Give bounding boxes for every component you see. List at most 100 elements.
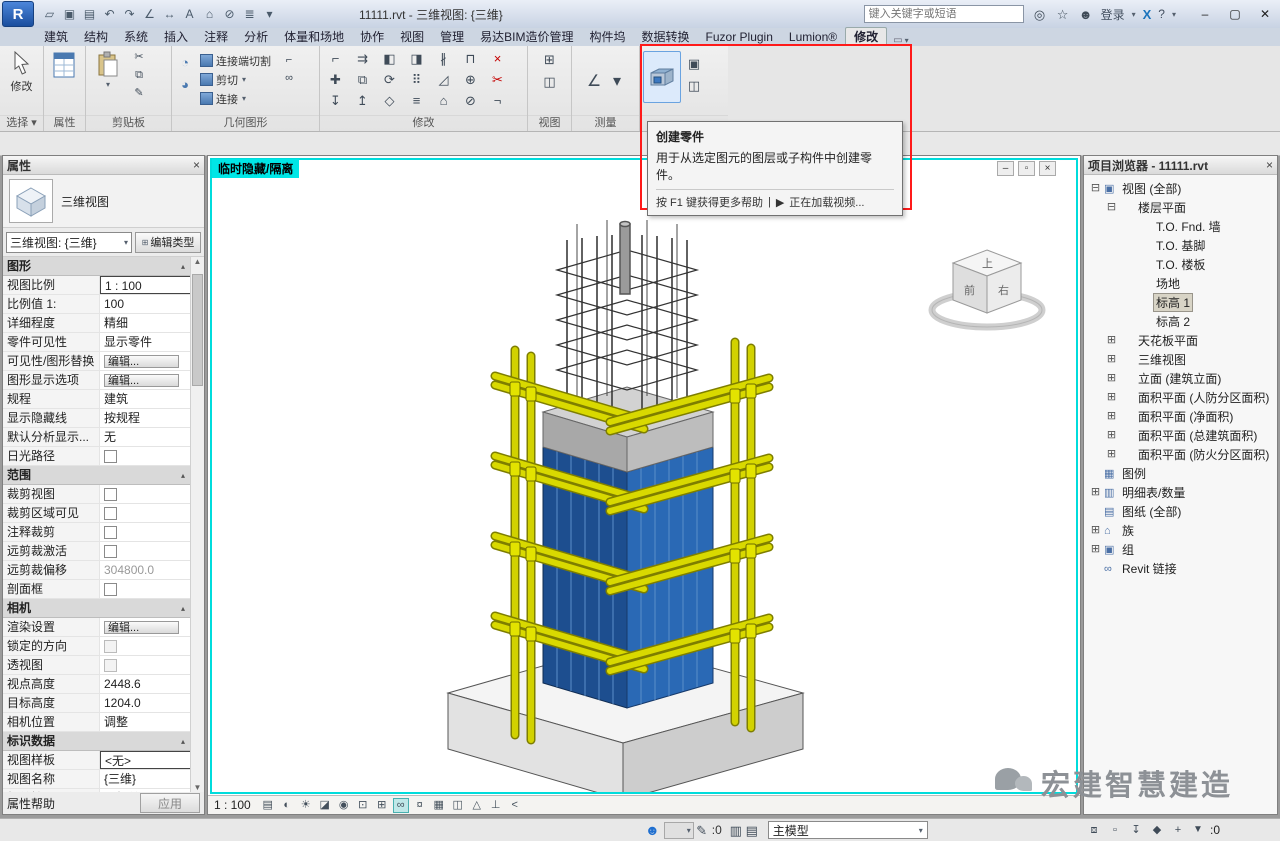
minimize-button[interactable]: – bbox=[1190, 2, 1220, 26]
property-checkbox[interactable] bbox=[104, 507, 117, 520]
select-underlay-icon[interactable]: ▫ bbox=[1107, 820, 1123, 840]
thin-lines-icon[interactable]: ≣ bbox=[240, 5, 259, 24]
active-design-option-select[interactable]: 主模型 ▾ bbox=[768, 821, 928, 839]
help-icon[interactable]: ? bbox=[1158, 7, 1165, 21]
tree-item[interactable]: 标高 1 bbox=[1084, 293, 1277, 312]
ribbon-tab[interactable]: 建筑 bbox=[36, 28, 76, 46]
view-minimize-icon[interactable]: – bbox=[997, 161, 1014, 176]
tree-expand-toggle[interactable]: ⊞ bbox=[1106, 373, 1117, 384]
favorites-icon[interactable]: ☆ bbox=[1055, 6, 1071, 22]
tree-item-label[interactable]: 标高 1 bbox=[1153, 293, 1193, 312]
customize-qat-icon[interactable]: ▾ bbox=[260, 5, 279, 24]
unpin-icon[interactable]: ↥ bbox=[350, 91, 375, 110]
tree-expand-toggle[interactable]: ⊟ bbox=[1090, 183, 1101, 194]
tree-item-label[interactable]: 视图 (全部) bbox=[1119, 179, 1184, 198]
property-value[interactable] bbox=[100, 447, 191, 465]
geometry-button[interactable]: 连接端切割 bbox=[198, 52, 277, 69]
rotate-3d-icon[interactable]: ◇ bbox=[377, 91, 402, 110]
save-icon[interactable]: ▣ bbox=[60, 5, 79, 24]
offset-copy-icon[interactable]: ⌂ bbox=[431, 91, 456, 110]
property-checkbox[interactable] bbox=[104, 526, 117, 539]
tree-item[interactable]: ⊞ 面积平面 (人防分区面积) bbox=[1084, 388, 1277, 407]
properties-close-icon[interactable]: × bbox=[193, 158, 200, 172]
constraints-icon[interactable]: ⊥ bbox=[488, 798, 504, 813]
tree-expand-toggle[interactable]: ⊞ bbox=[1106, 430, 1117, 441]
tree-item[interactable]: ⊞ 面积平面 (净面积) bbox=[1084, 407, 1277, 426]
help-caret[interactable]: ▾ bbox=[1172, 10, 1176, 19]
scroll-up-icon[interactable]: ▲ bbox=[194, 257, 202, 266]
tree-item-label[interactable]: 面积平面 (净面积) bbox=[1135, 407, 1236, 426]
property-value[interactable] bbox=[100, 637, 191, 655]
crop-region-icon[interactable]: ⊞ bbox=[374, 798, 390, 813]
property-value[interactable]: 1204.0 bbox=[100, 694, 191, 712]
tree-expand-toggle[interactable]: ⊞ bbox=[1106, 449, 1117, 460]
rebar-cage[interactable] bbox=[557, 220, 697, 410]
worksharing-icon[interactable]: ☻ bbox=[645, 822, 660, 838]
tree-expand-toggle[interactable] bbox=[1090, 563, 1101, 574]
tree-expand-toggle[interactable] bbox=[1090, 468, 1101, 479]
tree-item-label[interactable]: 明细表/数量 bbox=[1119, 483, 1188, 502]
property-checkbox[interactable] bbox=[104, 545, 117, 558]
ribbon-tab[interactable]: 协作 bbox=[352, 28, 392, 46]
tree-item-label[interactable]: 图例 bbox=[1119, 464, 1149, 483]
shadows-icon[interactable]: ◪ bbox=[317, 798, 333, 813]
pin-icon[interactable]: ↧ bbox=[323, 91, 348, 110]
property-value[interactable] bbox=[100, 504, 191, 522]
text-note-icon[interactable]: A bbox=[180, 5, 199, 24]
property-value[interactable]: 无 bbox=[100, 428, 191, 446]
tree-item-label[interactable]: 天花板平面 bbox=[1135, 331, 1201, 350]
mirror-draw-icon[interactable]: ◨ bbox=[404, 49, 429, 68]
property-value[interactable]: 调整 bbox=[100, 713, 191, 731]
property-value[interactable] bbox=[100, 542, 191, 560]
ribbon-tab[interactable]: 分析 bbox=[236, 28, 276, 46]
modify-tool-button[interactable]: 修改 bbox=[3, 49, 40, 94]
ribbon-tab[interactable]: Fuzor Plugin bbox=[698, 28, 781, 46]
ribbon-tab[interactable]: 数据转换 bbox=[634, 28, 698, 46]
tree-item[interactable]: T.O. Fnd. 墙 bbox=[1084, 217, 1277, 236]
unjoin-icon[interactable]: ∞ bbox=[280, 70, 298, 86]
tree-item-label[interactable]: T.O. 基脚 bbox=[1153, 236, 1208, 255]
design-options-icon[interactable]: ▥ bbox=[728, 820, 744, 840]
panel-label-select[interactable]: 选择 ▾ bbox=[0, 115, 43, 131]
property-value[interactable]: 304800.0 bbox=[100, 561, 191, 579]
tree-item[interactable]: T.O. 基脚 bbox=[1084, 236, 1277, 255]
panel-label-measure[interactable]: 测量 bbox=[572, 115, 639, 131]
properties-scrollbar[interactable]: ▲ ▼ bbox=[190, 257, 204, 792]
tree-item-label[interactable]: 立面 (建筑立面) bbox=[1135, 369, 1224, 388]
property-value[interactable]: 1 : 100 bbox=[100, 276, 191, 294]
workset-dropdown[interactable]: ▾ bbox=[664, 822, 694, 839]
tree-item-label[interactable]: 族 bbox=[1119, 521, 1137, 540]
revit-app-button[interactable]: R bbox=[2, 1, 34, 27]
apply-button[interactable]: 应用 bbox=[140, 793, 200, 813]
tree-item[interactable]: ∞ Revit 链接 bbox=[1084, 559, 1277, 578]
reveal-hidden-icon[interactable]: ¤ bbox=[412, 798, 428, 813]
ribbon-tab[interactable]: 易达BIM造价管理 bbox=[472, 28, 581, 46]
select-by-face-icon[interactable]: ◆ bbox=[1149, 820, 1165, 840]
selection-box-icon[interactable]: ⊞ bbox=[540, 49, 560, 69]
tree-expand-toggle[interactable]: ⊟ bbox=[1106, 202, 1117, 213]
ribbon-tab[interactable]: 注释 bbox=[196, 28, 236, 46]
default-3d-view-icon[interactable]: ⌂ bbox=[200, 5, 219, 24]
property-checkbox[interactable] bbox=[104, 640, 117, 653]
tree-expand-toggle[interactable]: ⊞ bbox=[1090, 525, 1101, 536]
tree-item-label[interactable]: 三维视图 bbox=[1135, 350, 1189, 369]
hide-elements-icon[interactable]: ◫ bbox=[540, 71, 560, 91]
multi-align-icon[interactable]: ≡ bbox=[404, 91, 429, 110]
tree-item[interactable]: ⊟ ▣ 视图 (全部) bbox=[1084, 179, 1277, 198]
property-checkbox[interactable] bbox=[104, 488, 117, 501]
cope-icon[interactable]: ◔ bbox=[175, 52, 195, 72]
ribbon-tab[interactable]: 结构 bbox=[76, 28, 116, 46]
demolish-icon[interactable]: ⊘ bbox=[458, 91, 483, 110]
geometry-button[interactable]: 剪切 ▾ bbox=[198, 71, 277, 88]
properties-header[interactable]: 属性 × bbox=[3, 156, 204, 175]
project-browser-close-icon[interactable]: × bbox=[1266, 158, 1273, 172]
tree-expand-toggle[interactable]: ⊞ bbox=[1106, 411, 1117, 422]
view-scale-control[interactable]: 1 : 100 bbox=[214, 798, 251, 812]
temporary-view-properties-icon[interactable]: ▦ bbox=[431, 798, 447, 813]
mirror-pick-icon[interactable]: ◧ bbox=[377, 49, 402, 68]
align-icon[interactable]: ⌐ bbox=[323, 49, 348, 68]
tree-item[interactable]: 场地 bbox=[1084, 274, 1277, 293]
drawing-area[interactable]: 临时隐藏/隔离 – ▫ × bbox=[207, 155, 1081, 815]
property-value[interactable]: 不相关 bbox=[100, 789, 191, 792]
geometry-button[interactable]: 连接 ▾ bbox=[198, 90, 277, 107]
